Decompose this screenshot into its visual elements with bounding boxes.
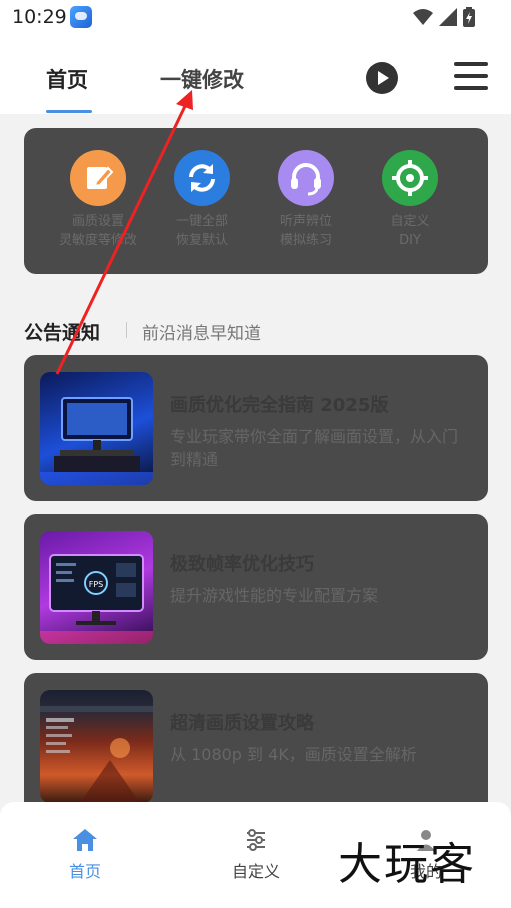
status-icons — [413, 7, 475, 27]
quick-label-line2: 恢复默认 — [175, 233, 228, 248]
nav-item-home[interactable]: 首页 — [40, 828, 130, 882]
quick-label-line2: 模拟练习 — [279, 233, 332, 248]
menu-icon[interactable] — [454, 62, 488, 92]
nav-item-custom[interactable]: 自定义 — [211, 828, 301, 882]
status-time: 10:29 — [12, 6, 67, 28]
article-title: 画质优化完全指南 2025版 — [170, 395, 389, 416]
quick-label-line1: 听声辨位 — [279, 214, 332, 229]
nav-label-home: 首页 — [68, 862, 101, 881]
quick-label-line2: 灵敏度等修改 — [58, 233, 137, 248]
refresh-icon — [174, 150, 230, 206]
notice-subtitle: 前沿消息早知道 — [142, 324, 261, 344]
article-title: 极致帧率优化技巧 — [170, 554, 314, 575]
watermark: 大玩客 — [338, 839, 476, 890]
app-notification-icon — [70, 6, 92, 28]
sliders-icon — [211, 828, 301, 852]
quick-label-line1: 自定义 — [390, 214, 430, 229]
headset-icon — [278, 150, 334, 206]
tab-one-click-modify[interactable]: 一键修改 — [160, 64, 244, 94]
article-description: 专业玩家带你全面了解画面设置，从入门到精通 — [170, 427, 459, 469]
play-icon[interactable] — [366, 62, 398, 94]
battery-icon — [463, 7, 475, 27]
wifi-icon — [413, 9, 433, 25]
quick-action-reset-all[interactable]: 一键全部 恢复默认 — [152, 150, 252, 250]
quick-action-quality-settings[interactable]: 画质设置 灵敏度等修改 — [48, 150, 148, 250]
signal-icon — [439, 8, 457, 26]
article-description: 提升游戏性能的专业配置方案 — [170, 586, 379, 605]
quick-label-line1: 画质设置 — [71, 214, 124, 229]
tab-home[interactable]: 首页 — [46, 64, 88, 94]
notice-title: 公告通知 — [24, 322, 101, 344]
active-tab-indicator — [46, 110, 92, 113]
divider — [126, 322, 127, 338]
article-description: 从 1080p 到 4K，画质设置全解析 — [170, 745, 417, 764]
edit-icon — [70, 150, 126, 206]
article-thumbnail: FPS — [40, 531, 153, 644]
quick-label-line2: DIY — [399, 233, 421, 248]
quick-actions-card: 画质设置 灵敏度等修改 一键全部 恢复默认 听声辨位 模拟练习 自定义 DIY — [24, 128, 488, 274]
home-icon — [40, 828, 130, 852]
article-card[interactable]: 超清画质设置攻略 从 1080p 到 4K，画质设置全解析 — [24, 673, 488, 819]
nav-label-custom: 自定义 — [231, 862, 280, 881]
quick-action-custom-diy[interactable]: 自定义 DIY — [360, 150, 460, 250]
crosshair-icon — [382, 150, 438, 206]
article-card[interactable]: 画质优化完全指南 2025版 专业玩家带你全面了解画面设置，从入门到精通 — [24, 355, 488, 501]
svg-text:FPS: FPS — [89, 580, 104, 589]
article-thumbnail — [40, 690, 153, 803]
quick-action-sound-training[interactable]: 听声辨位 模拟练习 — [256, 150, 356, 250]
status-bar: 10:29 — [0, 0, 511, 36]
quick-label-line1: 一键全部 — [175, 214, 228, 229]
article-card[interactable]: FPS 极致帧率优化技巧 提升游戏性能的专业配置方案 — [24, 514, 488, 660]
top-header: 首页 一键修改 — [0, 36, 511, 114]
article-thumbnail — [40, 372, 153, 485]
article-title: 超清画质设置攻略 — [170, 713, 314, 734]
